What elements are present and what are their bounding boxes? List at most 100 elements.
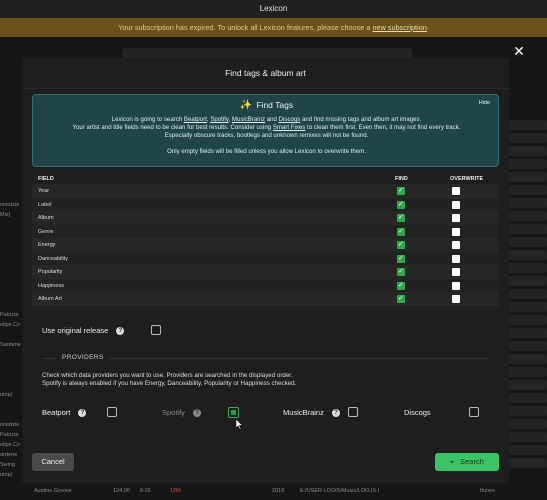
overwrite-checkbox[interactable] <box>452 281 460 290</box>
background-fragment <box>0 350 22 360</box>
track-year: 2019 <box>272 488 285 494</box>
spotify-checkbox[interactable] <box>228 407 239 418</box>
discogs-link[interactable]: Discogs <box>279 116 301 123</box>
background-fragment <box>0 230 22 240</box>
beatport-link[interactable]: Beatport <box>184 116 207 123</box>
table-row: Album <box>32 211 499 225</box>
find-checkbox[interactable] <box>397 254 405 263</box>
overwrite-checkbox[interactable] <box>452 254 460 263</box>
find-checkbox[interactable] <box>397 294 405 303</box>
help-icon[interactable]: ? <box>331 409 340 418</box>
overwrite-checkbox[interactable] <box>452 187 460 195</box>
table-row: Label <box>32 197 499 211</box>
track-time: 6:02 <box>140 488 151 494</box>
track-title: Austins Groove <box>34 488 72 494</box>
background-fragment <box>0 360 22 370</box>
table-row: Danceability <box>32 251 499 265</box>
use-original-release-row: Use original release ? <box>42 326 125 336</box>
beatport-checkbox[interactable] <box>107 407 117 417</box>
field-label: Label <box>38 201 52 208</box>
find-checkbox[interactable] <box>397 213 405 222</box>
info-text: Lexicon is going to search Beatport, Spo… <box>33 116 500 156</box>
fields-table: FIELD FIND OVERWRITE Year Label Album Genre… <box>32 174 499 306</box>
field-label: Genre <box>38 228 54 235</box>
overwrite-checkbox[interactable] <box>452 214 460 222</box>
info-line-4: Only empty fields will be filled unless … <box>167 148 366 155</box>
find-checkbox[interactable] <box>397 281 405 290</box>
background-fragment <box>0 370 22 380</box>
cancel-button[interactable]: Cancel <box>32 453 74 471</box>
smart-fixes-link[interactable]: Smart Fixes <box>273 124 306 131</box>
find-tags-modal: Find tags & album art ✨ Find Tags Hide Le… <box>22 58 509 483</box>
provider-discogs: Discogs <box>404 408 431 417</box>
search-button[interactable]: ⌖ Search <box>435 453 499 471</box>
overwrite-checkbox[interactable] <box>452 200 460 209</box>
info-line-2: Your artist and title fields need to be … <box>72 124 461 131</box>
find-checkbox[interactable] <box>397 240 405 249</box>
info-heading: ✨ Find Tags <box>33 100 500 111</box>
table-row: Happiness <box>32 278 499 292</box>
background-fragment: elipe Co <box>0 322 21 328</box>
col-overwrite-header: OVERWRITE <box>450 176 484 182</box>
overwrite-checkbox[interactable] <box>452 227 460 236</box>
search-scan-icon: ⌖ <box>450 459 455 466</box>
field-label: Energy <box>38 242 56 248</box>
hide-button[interactable]: Hide <box>479 100 490 106</box>
provider-spotify: Spotify ? <box>162 408 202 418</box>
track-key: 12M <box>170 488 181 494</box>
providers-section-label: PROVIDERS <box>57 354 109 361</box>
help-icon[interactable]: ? <box>78 409 87 418</box>
use-original-release-label: Use original release <box>42 326 109 335</box>
providers-divider <box>42 358 489 359</box>
background-fragment: Mix) <box>0 212 11 218</box>
discogs-checkbox[interactable] <box>469 407 479 417</box>
background-fragment <box>0 330 22 340</box>
help-icon[interactable]: ? <box>193 409 202 418</box>
background-fragment: onedzie <box>0 422 20 428</box>
modal-title: Find tags & album art <box>225 68 306 78</box>
table-row: Album Art <box>32 292 499 306</box>
find-checkbox[interactable] <box>397 227 405 236</box>
background-fragment <box>0 240 22 250</box>
background-right-column <box>509 120 547 471</box>
overwrite-checkbox[interactable] <box>452 268 460 276</box>
find-checkbox[interactable] <box>397 267 405 276</box>
background-fragment <box>0 220 22 230</box>
background-track-row: Austins Groove 124.00 6:02 12M 2019 E:/U… <box>0 484 547 500</box>
field-label: Danceability <box>38 255 68 262</box>
track-path: E:/USER LOOIS/Music/LOO.IS.I <box>300 488 380 494</box>
background-fragment <box>0 250 22 260</box>
background-fragment <box>0 260 22 270</box>
field-label: Popularity <box>38 269 63 275</box>
overwrite-checkbox[interactable] <box>452 295 460 303</box>
table-header: FIELD FIND OVERWRITE <box>32 174 499 184</box>
banner-text: Your subscription has expired. To unlock… <box>118 23 373 32</box>
background-fragment: Swing <box>0 462 15 468</box>
background-fragment <box>0 270 22 280</box>
help-icon[interactable]: ? <box>116 327 125 336</box>
col-field-header: FIELD <box>38 176 54 182</box>
background-fragment: Sardene <box>0 342 21 348</box>
spotify-link[interactable]: Spotify <box>210 116 228 123</box>
use-original-release-checkbox[interactable] <box>151 325 161 335</box>
find-checkbox[interactable] <box>397 200 405 209</box>
find-checkbox[interactable] <box>397 186 405 195</box>
background-fragment: ump) <box>0 392 13 398</box>
subscription-banner: Your subscription has expired. To unlock… <box>0 18 547 37</box>
provider-musicbrainz: MusicBrainz ? <box>283 408 340 418</box>
overwrite-checkbox[interactable] <box>452 241 460 249</box>
background-fragment <box>0 290 22 300</box>
new-subscription-link[interactable]: new subscription <box>372 23 426 32</box>
sparkle-icon: ✨ <box>239 100 253 111</box>
providers-description: Check which data providers you want to u… <box>42 372 297 387</box>
table-row: Genre <box>32 224 499 238</box>
musicbrainz-checkbox[interactable] <box>348 407 358 417</box>
field-label: Happiness <box>38 282 64 289</box>
background-fragment: ardene <box>0 452 18 458</box>
modal-divider <box>22 88 509 89</box>
col-find-header: FIND <box>395 176 408 182</box>
close-icon[interactable]: ✕ <box>512 44 526 58</box>
musicbrainz-link[interactable]: MusicBrainz <box>232 116 265 123</box>
info-heading-text: Find Tags <box>256 100 294 110</box>
track-source: Itunes <box>480 488 495 494</box>
